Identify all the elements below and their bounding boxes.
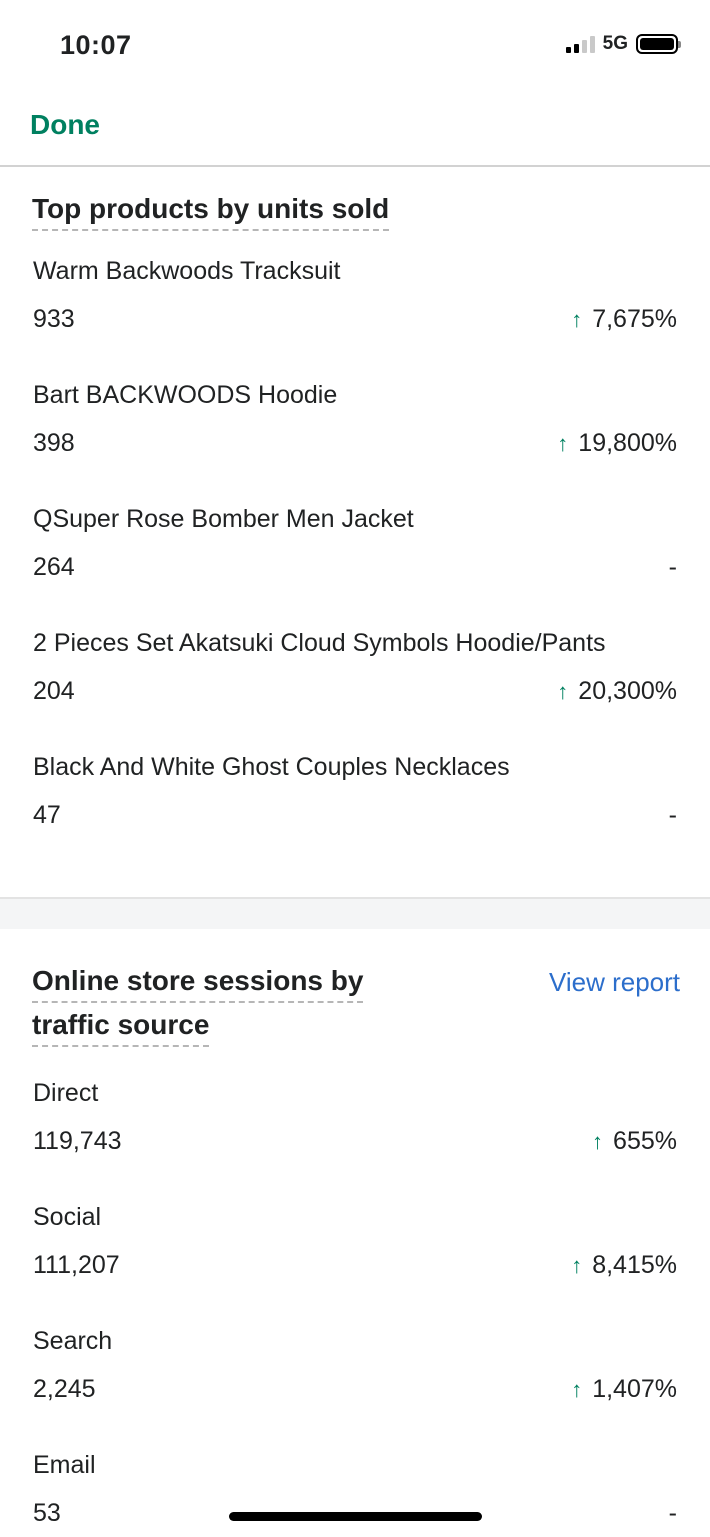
change-value: 7,675%: [592, 305, 677, 333]
status-bar: 10:07 5G: [0, 0, 710, 92]
item-value: 933: [33, 305, 75, 333]
item-name: 2 Pieces Set Akatsuki Cloud Symbols Hood…: [33, 629, 606, 657]
item-name: Black And White Ghost Couples Necklaces: [33, 753, 510, 781]
list-item[interactable]: QSuper Rose Bomber Men Jacket 264 -: [0, 505, 710, 629]
item-value: 2,245: [33, 1375, 96, 1403]
list-item[interactable]: 2 Pieces Set Akatsuki Cloud Symbols Hood…: [0, 629, 710, 753]
item-value: 47: [33, 801, 61, 829]
signal-icon: [565, 35, 595, 53]
change-value: -: [668, 1499, 677, 1527]
list-item[interactable]: Warm Backwoods Tracksuit 933 ↑ 7,675%: [0, 257, 710, 381]
done-button[interactable]: Done: [30, 109, 100, 141]
trend-up-icon: ↑: [557, 678, 569, 704]
item-name: Direct: [33, 1079, 99, 1107]
sessions-title-line1[interactable]: Online store sessions by: [32, 963, 364, 1003]
sessions-title-line2[interactable]: traffic source: [32, 1007, 210, 1047]
top-products-title[interactable]: Top products by units sold: [32, 191, 390, 231]
list-item[interactable]: Search 2,245 ↑ 1,407%: [0, 1327, 710, 1451]
item-change: ↑ 7,675%: [571, 305, 677, 334]
change-value: 20,300%: [578, 677, 677, 705]
status-indicators: 5G: [565, 33, 681, 55]
list-item[interactable]: Bart BACKWOODS Hoodie 398 ↑ 19,800%: [0, 381, 710, 505]
trend-up-icon: ↑: [571, 306, 583, 332]
item-change: -: [669, 801, 677, 830]
item-name: Email: [33, 1451, 96, 1479]
sessions-list: Direct 119,743 ↑ 655% Social 111,207 ↑ 8,415% Se…: [0, 1079, 710, 1537]
item-change: ↑ 1,407%: [571, 1375, 677, 1404]
item-change: ↑ 8,415%: [571, 1251, 677, 1280]
change-value: 1,407%: [592, 1375, 677, 1403]
item-value: 119,743: [33, 1127, 122, 1155]
item-change: ↑ 19,800%: [557, 429, 677, 458]
trend-up-icon: ↑: [557, 430, 569, 456]
change-value: 19,800%: [578, 429, 677, 457]
item-change: ↑ 655%: [592, 1127, 677, 1156]
nav-bar: Done: [0, 92, 710, 167]
trend-up-icon: ↑: [571, 1376, 583, 1402]
item-change: -: [669, 553, 677, 582]
list-item[interactable]: Social 111,207 ↑ 8,415%: [0, 1203, 710, 1327]
item-value: 204: [33, 677, 75, 705]
item-change: -: [669, 1499, 677, 1528]
item-name: Search: [33, 1327, 113, 1355]
sessions-section: Online store sessions by traffic source …: [0, 963, 710, 1537]
network-type: 5G: [602, 33, 628, 54]
item-change: ↑ 20,300%: [557, 677, 677, 706]
change-value: 655%: [613, 1127, 677, 1155]
list-item[interactable]: Black And White Ghost Couples Necklaces 4…: [0, 753, 710, 877]
battery-icon: [636, 34, 681, 54]
status-time: 10:07: [60, 30, 132, 60]
change-value: -: [668, 553, 677, 581]
top-products-list: Warm Backwoods Tracksuit 933 ↑ 7,675% Bart B…: [0, 257, 710, 877]
item-value: 111,207: [33, 1251, 120, 1279]
item-name: Warm Backwoods Tracksuit: [33, 257, 341, 285]
item-name: Social: [33, 1203, 102, 1231]
section-divider: [0, 897, 710, 929]
item-name: QSuper Rose Bomber Men Jacket: [33, 505, 414, 533]
list-item[interactable]: Email 53 -: [0, 1451, 710, 1537]
list-item[interactable]: Direct 119,743 ↑ 655%: [0, 1079, 710, 1203]
home-indicator: [229, 1512, 482, 1521]
view-report-link[interactable]: View report: [549, 967, 680, 998]
item-value: 398: [33, 429, 75, 457]
change-value: 8,415%: [592, 1251, 677, 1279]
trend-up-icon: ↑: [571, 1252, 583, 1278]
item-value: 264: [33, 553, 75, 581]
item-value: 53: [33, 1499, 61, 1527]
trend-up-icon: ↑: [592, 1128, 604, 1154]
change-value: -: [668, 801, 677, 829]
top-products-section: Top products by units sold Warm Backwood…: [0, 191, 710, 851]
item-name: Bart BACKWOODS Hoodie: [33, 381, 338, 409]
